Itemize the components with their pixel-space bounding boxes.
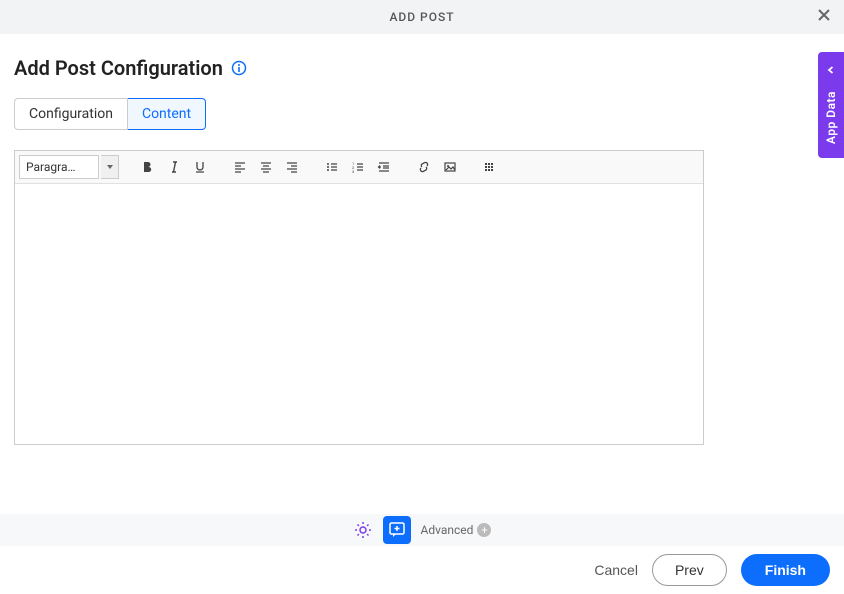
side-panel-tab[interactable]: App Data [818, 52, 844, 158]
content-area: Add Post Configuration Configuration Con… [0, 34, 844, 445]
outdent-icon[interactable] [373, 156, 395, 178]
align-right-icon[interactable] [281, 156, 303, 178]
bullet-list-icon[interactable] [321, 156, 343, 178]
info-icon[interactable] [231, 60, 247, 76]
svg-text:3: 3 [352, 169, 354, 174]
format-select[interactable]: Paragra… [19, 155, 99, 179]
chevron-left-icon [826, 60, 836, 79]
page-title: Add Post Configuration [14, 56, 223, 80]
footer: Cancel Prev Finish [0, 546, 844, 594]
tab-content[interactable]: Content [128, 98, 206, 130]
bottom-bar: Advanced + [0, 514, 844, 546]
tab-configuration[interactable]: Configuration [14, 98, 128, 130]
tabs: Configuration Content [14, 98, 830, 130]
editor-body[interactable] [15, 184, 703, 444]
cancel-button[interactable]: Cancel [594, 562, 638, 578]
advanced-label: Advanced [421, 523, 474, 537]
numbered-list-icon[interactable]: 123 [347, 156, 369, 178]
link-icon[interactable] [413, 156, 435, 178]
bold-icon[interactable] [137, 156, 159, 178]
format-select-arrow-icon[interactable] [101, 155, 119, 179]
image-icon[interactable] [439, 156, 461, 178]
page-title-row: Add Post Configuration [14, 56, 830, 80]
align-center-icon[interactable] [255, 156, 277, 178]
gear-icon[interactable] [353, 520, 373, 540]
align-left-icon[interactable] [229, 156, 251, 178]
italic-icon[interactable] [163, 156, 185, 178]
advanced-toggle[interactable]: Advanced + [421, 523, 492, 537]
table-icon[interactable] [479, 156, 501, 178]
side-panel-label: App Data [824, 91, 838, 144]
editor-container: Paragra… [14, 150, 704, 445]
finish-button[interactable]: Finish [741, 554, 830, 586]
modal-title: ADD POST [389, 10, 454, 24]
plus-circle-icon: + [477, 523, 491, 537]
add-comment-icon[interactable] [383, 516, 411, 544]
underline-icon[interactable] [189, 156, 211, 178]
modal-header: ADD POST [0, 0, 844, 34]
prev-button[interactable]: Prev [652, 554, 727, 586]
close-icon[interactable] [816, 7, 832, 27]
editor-toolbar: Paragra… [15, 151, 703, 184]
